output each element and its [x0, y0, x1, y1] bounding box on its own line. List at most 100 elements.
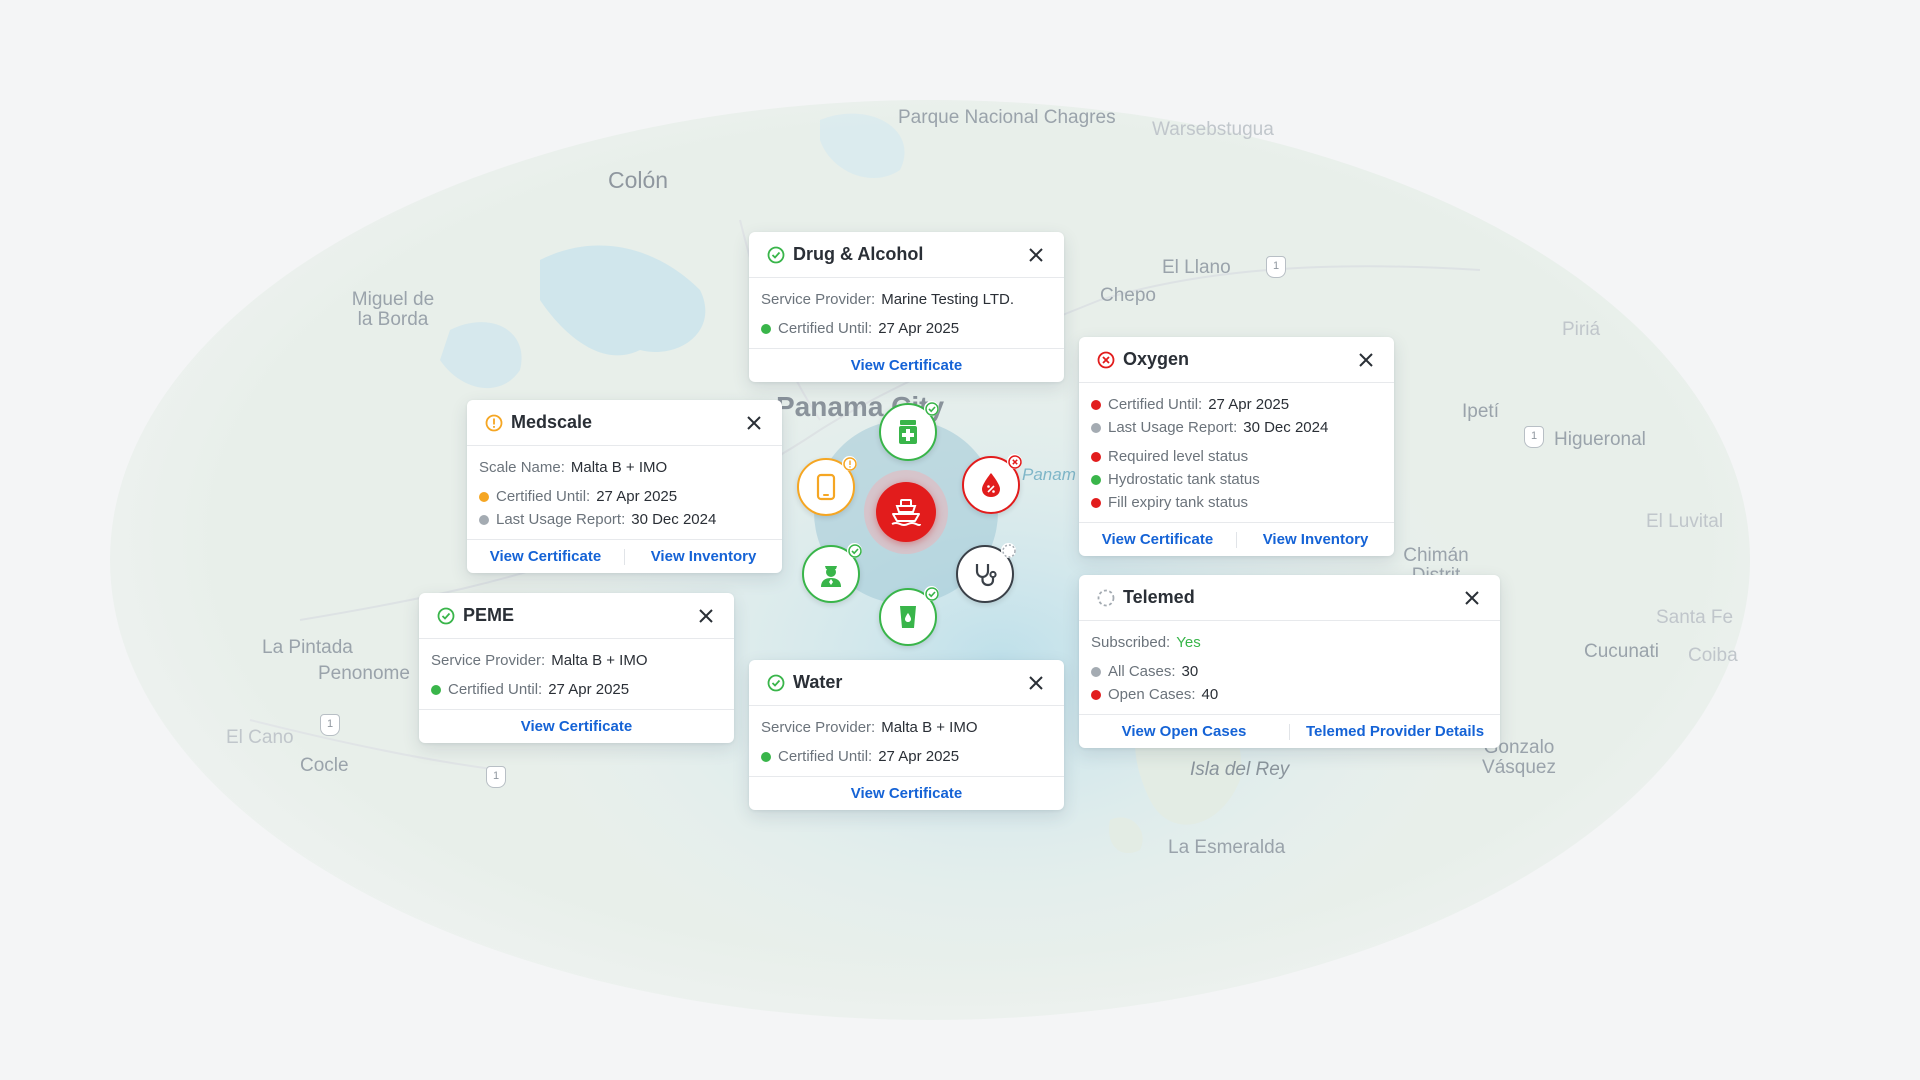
- card-title: Oxygen: [1123, 349, 1190, 369]
- view-certificate-link[interactable]: View Certificate: [467, 548, 624, 565]
- status-dot: [1091, 474, 1101, 485]
- map-label-el-llano: El Llano: [1162, 257, 1231, 278]
- view-certificate-link[interactable]: View Certificate: [1079, 531, 1236, 548]
- card-body: Scale Name: Malta B + IMO Certified Until…: [467, 446, 782, 539]
- provider-label: Service Provider:: [431, 652, 546, 669]
- map-label-el-luvital: El Luvital: [1646, 511, 1724, 532]
- level-label: Required level status: [1108, 448, 1249, 465]
- peme-node[interactable]: [802, 543, 862, 603]
- certified-row: Certified Until: 27 Apr 2025: [761, 317, 1052, 340]
- check-badge-icon: [924, 401, 939, 416]
- map-label-la-pintada: La Pintada: [262, 637, 353, 658]
- map-label-penonome: Penonome: [318, 663, 410, 684]
- water-node[interactable]: [879, 586, 939, 646]
- drug-alcohol-node[interactable]: [879, 401, 939, 461]
- pending-badge-icon: [1001, 543, 1016, 558]
- map-label-chagres: Parque Nacional Chagres: [898, 107, 1116, 128]
- card-title: Medscale: [511, 412, 593, 432]
- telemed-provider-details-link[interactable]: Telemed Provider Details: [1290, 723, 1500, 740]
- warning-badge-icon: [842, 456, 857, 471]
- medscale-card: Medscale Scale Name: Malta B + IMO Certif…: [467, 400, 782, 573]
- provider-value: Malta B + IMO: [881, 719, 978, 736]
- card-body: Service Provider: Marine Testing LTD. Cer…: [749, 278, 1064, 348]
- close-icon[interactable]: [1462, 588, 1482, 608]
- card-header: Water: [749, 660, 1064, 706]
- status-dot: [1091, 666, 1101, 677]
- card-header: Medscale: [467, 400, 782, 446]
- oxygen-card: Oxygen Certified Until: 27 Apr 2025 Last …: [1079, 337, 1394, 556]
- provider-row: Service Provider: Malta B + IMO: [431, 649, 722, 672]
- card-footer: View Certificate: [749, 348, 1064, 382]
- certified-label: Certified Until:: [448, 681, 543, 698]
- dashed-circle-icon: [1097, 589, 1115, 607]
- status-dot: [479, 491, 489, 502]
- map-label-cocle: Cocle: [300, 755, 349, 776]
- certified-value: 27 Apr 2025: [878, 320, 960, 337]
- map-label-cucunati: Cucunati: [1584, 641, 1659, 662]
- view-certificate-link[interactable]: View Certificate: [749, 357, 1064, 374]
- card-footer: View Open Cases Telemed Provider Details: [1079, 714, 1500, 748]
- hydro-label: Hydrostatic tank status: [1108, 471, 1260, 488]
- telemed-node[interactable]: [956, 543, 1016, 603]
- provider-row: Service Provider: Marine Testing LTD.: [761, 288, 1052, 311]
- hydro-row: Hydrostatic tank status: [1091, 468, 1382, 491]
- error-badge-icon: [1007, 454, 1022, 469]
- view-inventory-link[interactable]: View Inventory: [1237, 531, 1394, 548]
- route-shield: 1: [1524, 426, 1544, 448]
- route-shield: 1: [1266, 256, 1286, 278]
- map-label-piria: Piriá: [1562, 319, 1601, 340]
- close-icon[interactable]: [744, 413, 764, 433]
- status-dot: [1091, 689, 1101, 700]
- level-row: Required level status: [1091, 445, 1382, 468]
- map-label-colon: Colón: [608, 167, 669, 193]
- close-icon[interactable]: [1356, 350, 1376, 370]
- view-certificate-link[interactable]: View Certificate: [749, 785, 1064, 802]
- view-certificate-link[interactable]: View Certificate: [419, 718, 734, 735]
- card-header: Telemed: [1079, 575, 1500, 621]
- usage-label: Last Usage Report:: [1108, 419, 1238, 436]
- card-header: Oxygen: [1079, 337, 1394, 383]
- route-shield: 1: [320, 714, 340, 736]
- close-icon[interactable]: [1026, 245, 1046, 265]
- close-icon[interactable]: [1026, 673, 1046, 693]
- card-header: PEME: [419, 593, 734, 639]
- ship-icon[interactable]: [876, 482, 936, 542]
- map-label-isla-del-rey: Isla del Rey: [1190, 759, 1290, 780]
- map-label-higueronal: Higueronal: [1554, 429, 1646, 450]
- medscale-node[interactable]: [797, 456, 857, 516]
- scale-label: Scale Name:: [479, 459, 565, 476]
- provider-value: Marine Testing LTD.: [881, 291, 1015, 308]
- provider-row: Service Provider: Malta B + IMO: [761, 716, 1052, 739]
- card-footer: View Certificate: [419, 709, 734, 743]
- certified-label: Certified Until:: [778, 748, 873, 765]
- map-label-la-esmeralda: La Esmeralda: [1168, 837, 1286, 858]
- view-open-cases-link[interactable]: View Open Cases: [1079, 723, 1289, 740]
- all-cases-label: All Cases:: [1108, 663, 1176, 680]
- card-title: PEME: [463, 605, 515, 625]
- seafarer-icon: [821, 566, 841, 587]
- tablet-device-icon: [816, 473, 836, 501]
- usage-row: Last Usage Report: 30 Dec 2024: [479, 508, 770, 531]
- card-footer: View Certificate View Inventory: [1079, 522, 1394, 556]
- usage-value: 30 Dec 2024: [631, 511, 717, 528]
- view-inventory-link[interactable]: View Inventory: [625, 548, 782, 565]
- close-icon[interactable]: [696, 606, 716, 626]
- card-header: Drug & Alcohol: [749, 232, 1064, 278]
- certified-label: Certified Until:: [778, 320, 873, 337]
- open-cases-label: Open Cases:: [1108, 686, 1196, 703]
- status-dot: [479, 514, 489, 525]
- status-dot: [431, 684, 441, 695]
- status-dot: [1091, 422, 1101, 433]
- check-badge-icon: [847, 543, 862, 558]
- certified-row: Certified Until: 27 Apr 2025: [479, 485, 770, 508]
- drug-alcohol-card: Drug & Alcohol Service Provider: Marine T…: [749, 232, 1064, 382]
- certified-label: Certified Until:: [496, 488, 591, 505]
- water-glass-icon: [900, 606, 916, 628]
- card-footer: View Certificate: [749, 776, 1064, 810]
- oxygen-node[interactable]: [962, 454, 1022, 514]
- provider-label: Service Provider:: [761, 291, 876, 308]
- map-label-coiba: Coiba: [1688, 645, 1738, 666]
- card-body: Subscribed: Yes All Cases: 30 Open Cases: 4…: [1079, 621, 1500, 714]
- certified-value: 27 Apr 2025: [548, 681, 630, 698]
- map-label-santa-fe: Santa Fe: [1656, 607, 1734, 628]
